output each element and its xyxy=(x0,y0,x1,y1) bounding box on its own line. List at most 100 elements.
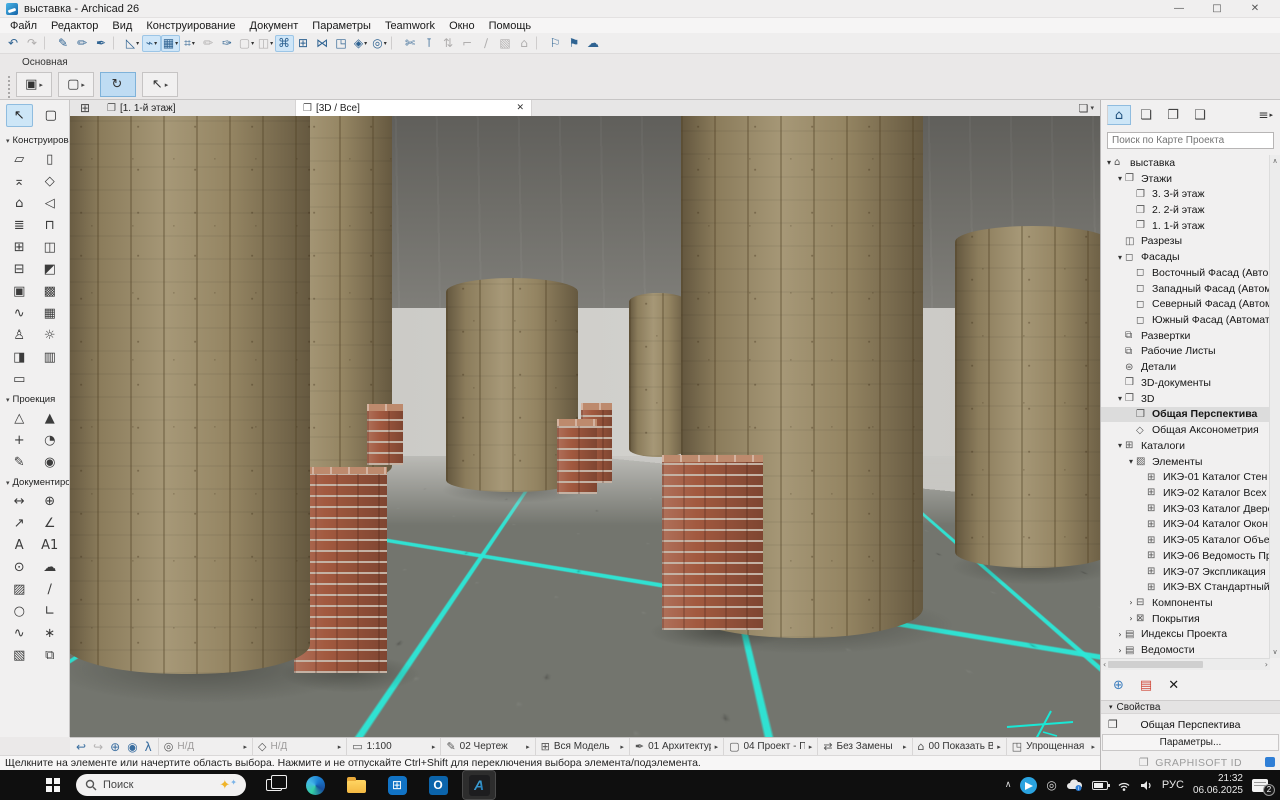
tree-item-ike-07[interactable]: ⊞ИКЭ-07 Экспликация 1-й этаж xyxy=(1101,564,1270,580)
menu-item[interactable]: Помощь xyxy=(482,20,539,32)
tree-item-surfaces[interactable]: ›⊠Покрытия xyxy=(1101,611,1270,627)
marquee-button[interactable]: ▢▸ xyxy=(58,72,94,97)
3d-style-selector[interactable]: ◳Упрощенная Ок..▸ xyxy=(1006,738,1100,755)
expand-icon[interactable]: ▾ xyxy=(1104,158,1114,167)
tree-item-generic-perspective[interactable]: ❒Общая Перспектива xyxy=(1101,407,1270,423)
expand-icon[interactable]: ▾ xyxy=(1115,441,1125,450)
3d-viewport[interactable] xyxy=(70,116,1100,737)
grid-element-tool[interactable]: ▥ xyxy=(36,347,64,368)
tree-item-project[interactable]: ▾⌂выставка xyxy=(1101,155,1270,171)
tree-item-north-elevation[interactable]: ◻Северный Фасад (Автоматически xyxy=(1101,296,1270,312)
group-elements-icon[interactable]: ⌘ xyxy=(275,35,294,52)
toolbar-separator[interactable] xyxy=(44,36,51,50)
graphisoft-id-row[interactable]: ❐ GRAPHISOFT ID xyxy=(1101,755,1280,770)
equipment-tool[interactable]: ◨ xyxy=(5,347,33,368)
skylight-tool[interactable]: ◩ xyxy=(36,259,64,280)
snap-points-icon[interactable]: ▦▾ xyxy=(161,35,180,52)
speaker-icon[interactable] xyxy=(1140,780,1153,791)
view-back-icon[interactable]: ↩ xyxy=(76,740,86,754)
tray-app-icon[interactable]: ◎ xyxy=(1046,778,1056,792)
tree-vertical-scrollbar[interactable]: ∧ ∨ xyxy=(1269,155,1280,658)
tree-item-worksheets[interactable]: ⧉Рабочие Листы xyxy=(1101,344,1270,360)
opening-2-tool[interactable]: ▭ xyxy=(5,369,33,390)
element-id-icon[interactable]: ⊞ xyxy=(294,35,313,52)
toolbox-section-design[interactable]: ▾ Конструирова xyxy=(0,132,69,148)
scroll-left-icon[interactable]: ‹ xyxy=(1103,660,1106,669)
quick-layout-icon[interactable]: ⊞ xyxy=(70,100,100,116)
renovation-filter-selector[interactable]: ⇄Без Замены▸ xyxy=(817,738,911,755)
redo-icon[interactable]: ↷ xyxy=(23,35,42,52)
frame-icon[interactable]: ▢▾ xyxy=(237,35,256,52)
tree-item-details[interactable]: ⊜Детали xyxy=(1101,359,1270,375)
pick-up-parameters-icon[interactable]: ✎ xyxy=(54,35,73,52)
camera-tool[interactable]: ◉ xyxy=(36,452,64,473)
menu-item[interactable]: Файл xyxy=(3,20,44,32)
3d-cutaway-icon[interactable]: ◈▾ xyxy=(351,35,370,52)
expand-icon[interactable]: ▾ xyxy=(1115,253,1125,262)
tree-item-south-elevation[interactable]: ◻Южный Фасад (Автоматически Г xyxy=(1101,312,1270,328)
flag-icon[interactable]: ⚐ xyxy=(546,35,565,52)
microsoft-store-button[interactable]: ⊞ xyxy=(381,771,413,799)
column-tool[interactable]: ▯ xyxy=(36,149,64,170)
tree-item-3d-documents[interactable]: ❒3D-документы xyxy=(1101,375,1270,391)
add-viewpoint-icon[interactable]: ⊕ xyxy=(1113,678,1124,693)
archicad-taskbar-button[interactable]: A xyxy=(463,771,495,799)
publisher-icon[interactable]: ❑ xyxy=(1188,105,1212,125)
stretch-icon[interactable]: ⇅ xyxy=(439,35,458,52)
maximize-button[interactable]: □ xyxy=(1198,3,1236,14)
flag-list-icon[interactable]: ⚑ xyxy=(565,35,584,52)
clock[interactable]: 21:32 06.06.2025 xyxy=(1193,773,1243,798)
object-tool[interactable]: ♙ xyxy=(5,325,33,346)
tree-item-schedules[interactable]: ▾⊞Каталоги xyxy=(1101,438,1270,454)
toolbox-section-views[interactable]: ▾ Проекция xyxy=(0,391,69,407)
curtain-wall-tool[interactable]: ⊞ xyxy=(5,237,33,258)
scroll-up-icon[interactable]: ∧ xyxy=(1272,157,1277,165)
onedrive-icon[interactable]: i xyxy=(1066,779,1083,791)
window-tool[interactable]: ⊟ xyxy=(5,259,33,280)
marquee-frame-icon[interactable]: ◳ xyxy=(332,35,351,52)
parameters-pen-icon[interactable]: ✒ xyxy=(92,35,111,52)
expand-icon[interactable]: ▾ xyxy=(1115,394,1125,403)
split-icon[interactable]: ✄ xyxy=(401,35,420,52)
arrow-button[interactable]: ↖▸ xyxy=(142,72,178,97)
spline-tool[interactable]: ∿ xyxy=(5,623,33,644)
angle-dimension-tool[interactable]: ∠ xyxy=(36,513,64,534)
minimize-button[interactable]: — xyxy=(1160,3,1198,14)
point-tool[interactable]: ∗ xyxy=(36,623,64,644)
move-icon[interactable]: ⌂ xyxy=(515,35,534,52)
snap-guides-icon[interactable]: ⌁▾ xyxy=(142,35,161,52)
orbit-mode-icon[interactable]: ◎▾ xyxy=(370,35,389,52)
wall-tool[interactable]: ▱ xyxy=(5,149,33,170)
drawing-tool[interactable]: ⧉ xyxy=(36,645,64,666)
hotspot-tool[interactable]: ⊙ xyxy=(5,557,33,578)
tab-overflow-icon[interactable]: ❏ xyxy=(1079,102,1089,115)
tree-item-ike-06[interactable]: ⊞ИКЭ-06 Ведомость Проемов xyxy=(1101,548,1270,564)
properties-header[interactable]: ▾ Свойства xyxy=(1101,700,1280,714)
tree-item-story-3[interactable]: ❐3. 3-й этаж xyxy=(1101,186,1270,202)
expand-icon[interactable]: › xyxy=(1115,646,1125,655)
tree-item-stories[interactable]: ▾❐Этажи xyxy=(1101,171,1270,187)
circle-tool[interactable]: ○ xyxy=(5,601,33,622)
tree-item-west-elevation[interactable]: ◻Западный Фасад (Автоматически xyxy=(1101,281,1270,297)
orbit-button[interactable]: ↻ xyxy=(100,72,136,97)
tree-item-ike-04[interactable]: ⊞ИКЭ-04 Каталог Окон xyxy=(1101,517,1270,533)
outlook-button[interactable]: O xyxy=(422,771,454,799)
shell-tool[interactable]: ◁ xyxy=(36,193,64,214)
zoom-preset-selector[interactable]: ◎Н/Д▸ xyxy=(158,738,252,755)
3d-document-tool[interactable]: ◔ xyxy=(36,430,64,451)
figure-tool[interactable]: ▧ xyxy=(5,645,33,666)
tree-item-ike-vx[interactable]: ⊞ИКЭ-ВХ Стандартный Каталог I xyxy=(1101,579,1270,595)
notification-center-icon[interactable]: 2 xyxy=(1252,779,1268,792)
scroll-down-icon[interactable]: ∨ xyxy=(1272,648,1277,656)
marquee-select-button[interactable]: ▢ xyxy=(38,104,65,127)
zoom-in-icon[interactable]: ⊕ xyxy=(110,740,120,754)
wood-cylinder[interactable] xyxy=(955,226,1100,568)
feather-icon[interactable]: ✑ xyxy=(218,35,237,52)
wood-cylinder[interactable] xyxy=(70,116,310,674)
tree-item-ike-05[interactable]: ⊞ИКЭ-05 Каталог Объектов xyxy=(1101,532,1270,548)
sketch-icon[interactable]: ✏ xyxy=(199,35,218,52)
tree-item-3d[interactable]: ▾❒3D xyxy=(1101,391,1270,407)
brick-pillar[interactable] xyxy=(367,404,403,465)
telegram-icon[interactable] xyxy=(1020,777,1037,794)
settings-button[interactable]: Параметры... xyxy=(1102,734,1279,751)
